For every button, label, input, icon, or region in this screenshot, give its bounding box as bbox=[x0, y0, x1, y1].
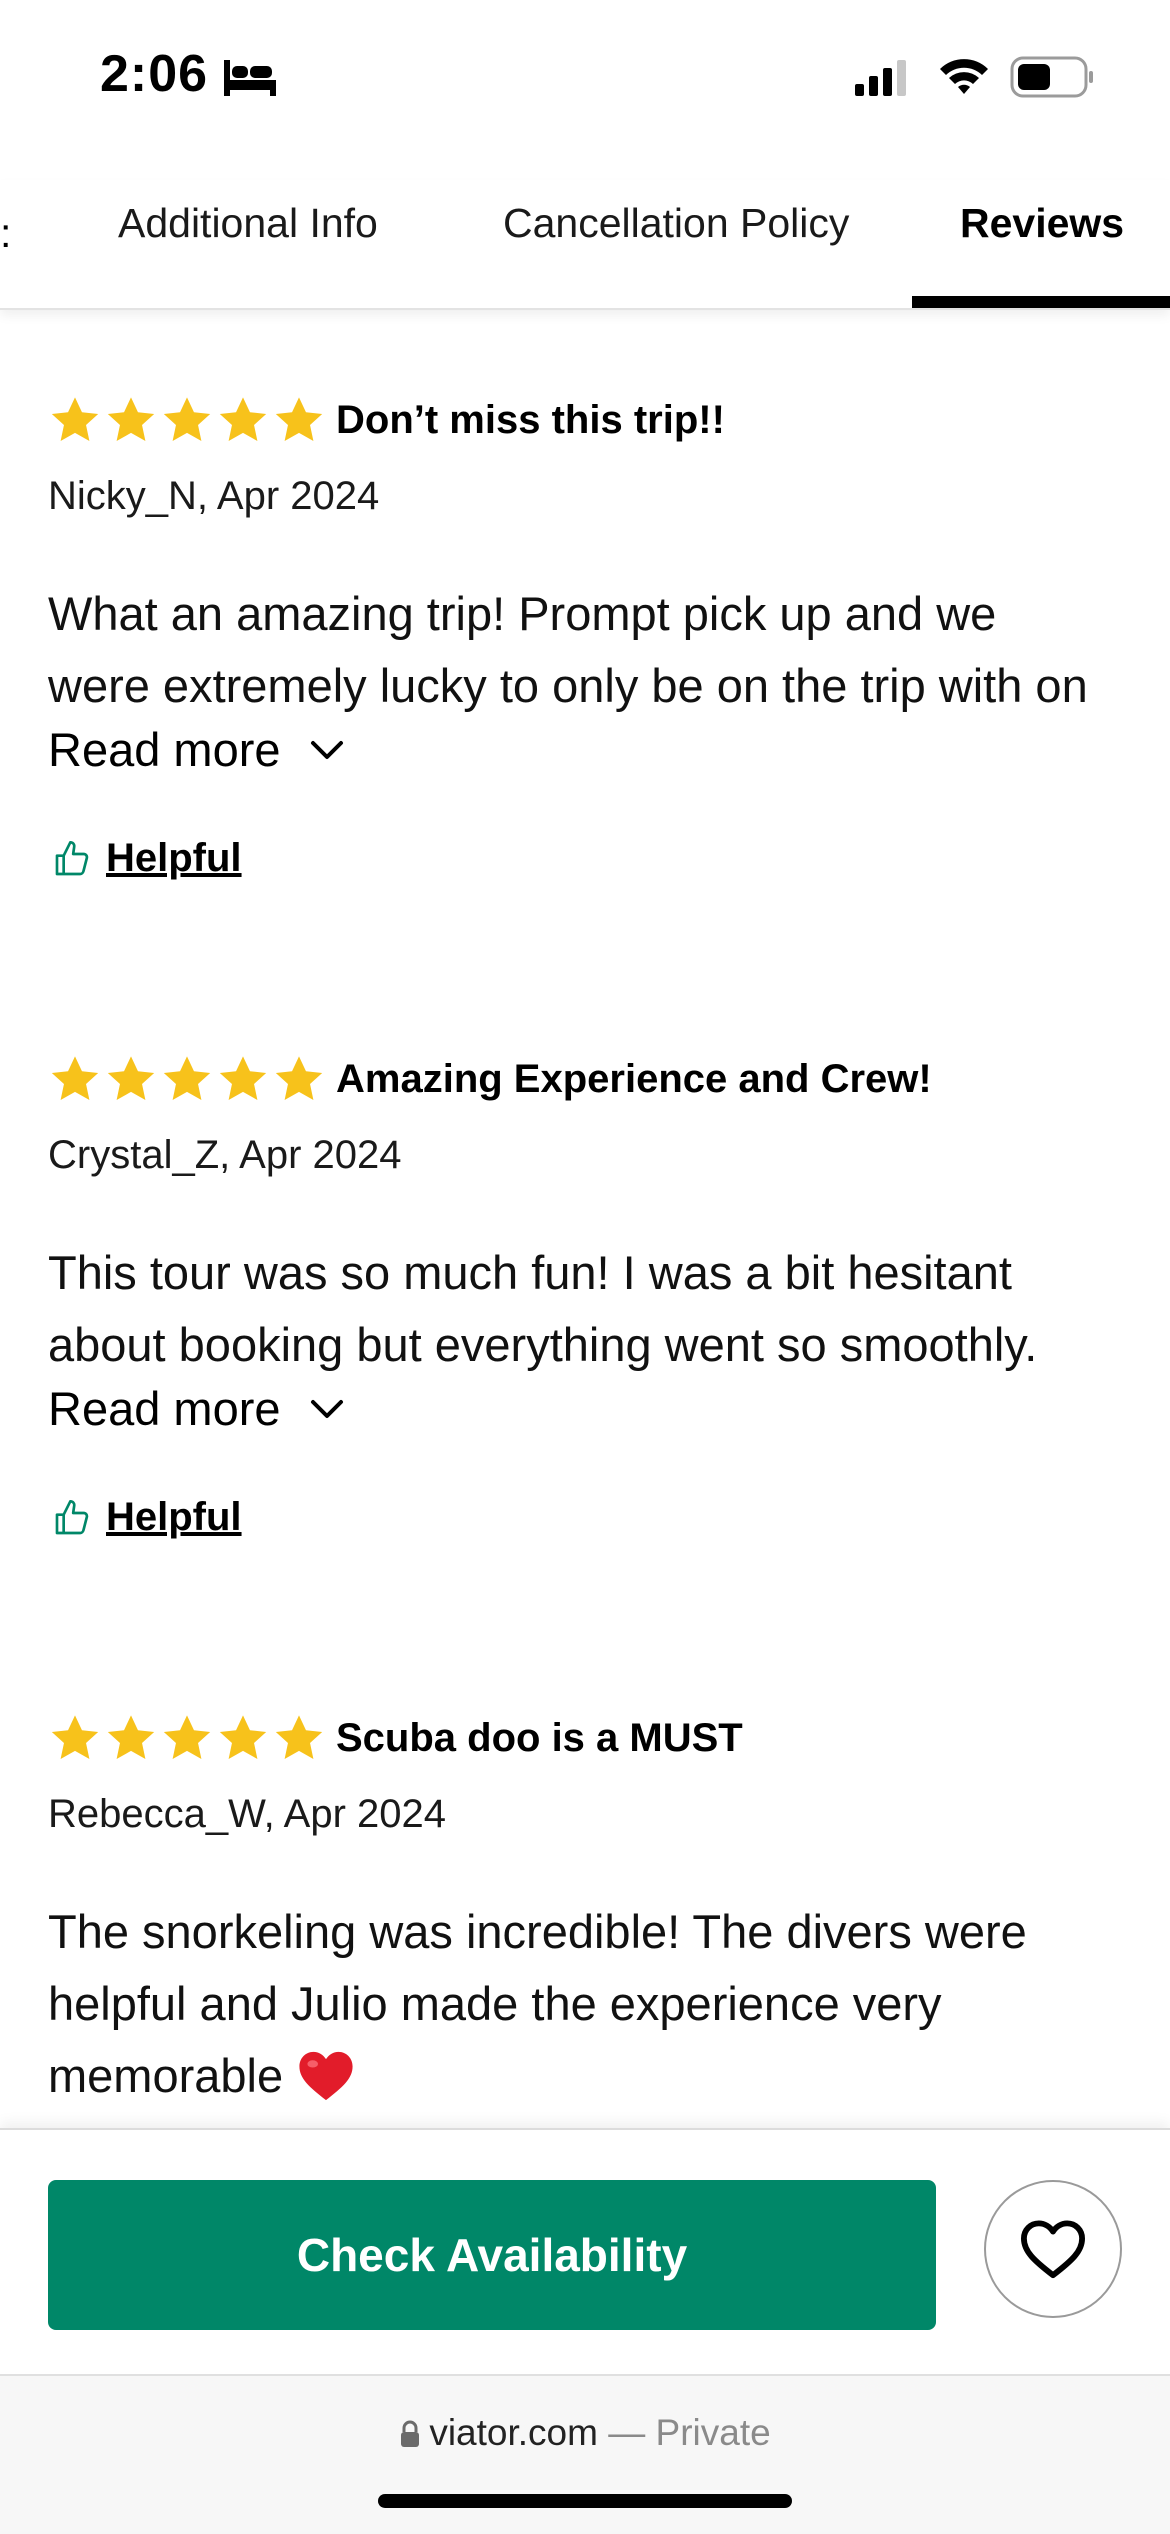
review-title: Don’t miss this trip!! bbox=[336, 398, 725, 442]
helpful-button[interactable]: Helpful bbox=[52, 1495, 242, 1540]
review-text-line-last: memorable bbox=[48, 2040, 1138, 2112]
lock-icon bbox=[401, 2420, 420, 2447]
thumbs-up-icon bbox=[55, 840, 89, 875]
star-icon bbox=[51, 1056, 99, 1101]
tab-previous-edge[interactable]: : bbox=[0, 210, 11, 257]
star-icon bbox=[107, 1056, 155, 1101]
battery-icon bbox=[1010, 56, 1093, 98]
status-time: 2:06 bbox=[100, 45, 209, 103]
bottom-action-bar: Check Availability bbox=[0, 2128, 1170, 2376]
star-icon bbox=[163, 1715, 211, 1760]
thumbs-up-icon bbox=[55, 1499, 89, 1534]
star-rating bbox=[48, 394, 326, 448]
helpful-label: Helpful bbox=[106, 1495, 242, 1539]
star-icon bbox=[275, 397, 323, 442]
heart-icon bbox=[1021, 2220, 1085, 2279]
url-separator: — bbox=[597, 2412, 656, 2453]
helpful-button[interactable]: Helpful bbox=[52, 836, 242, 881]
review-text-line: What an amazing trip! Prompt pick up and… bbox=[48, 587, 997, 640]
check-availability-button[interactable]: Check Availability bbox=[48, 2180, 936, 2330]
review-text: What an amazing trip! Prompt pick up and… bbox=[48, 578, 1138, 722]
read-more-button[interactable]: Read more bbox=[48, 1381, 345, 1436]
tab-additional-info[interactable]: Additional Info bbox=[118, 200, 378, 247]
tab-cancellation-policy[interactable]: Cancellation Policy bbox=[503, 200, 849, 247]
review-text-line: were extremely lucky to only be on the t… bbox=[48, 659, 1088, 712]
star-icon bbox=[51, 397, 99, 442]
signal-icon bbox=[855, 60, 906, 96]
review-author-date: Crystal_Z, Apr 2024 bbox=[48, 1133, 402, 1177]
review-author-date: Rebecca_W, Apr 2024 bbox=[48, 1792, 447, 1836]
star-rating bbox=[48, 1053, 326, 1107]
star-icon bbox=[51, 1715, 99, 1760]
browser-url-bar[interactable]: viator.com — Private bbox=[0, 2374, 1170, 2534]
star-rating bbox=[48, 1712, 326, 1766]
active-tab-indicator bbox=[912, 296, 1170, 308]
star-icon bbox=[163, 1056, 211, 1101]
bed-icon bbox=[224, 60, 276, 96]
url-display[interactable]: viator.com — Private bbox=[0, 2412, 1170, 2454]
star-icon bbox=[107, 1715, 155, 1760]
star-icon bbox=[219, 1715, 267, 1760]
review-text-line: about booking but everything went so smo… bbox=[48, 1318, 1038, 1371]
heart-emoji bbox=[299, 2051, 353, 2101]
home-indicator[interactable] bbox=[378, 2494, 792, 2508]
star-icon bbox=[219, 397, 267, 442]
save-to-wishlist-button[interactable] bbox=[984, 2180, 1122, 2318]
review-author-date: Nicky_N, Apr 2024 bbox=[48, 474, 380, 518]
url-domain: viator.com bbox=[429, 2412, 598, 2453]
read-more-button[interactable]: Read more bbox=[48, 722, 345, 777]
status-bar: 2:06 bbox=[0, 0, 1170, 150]
review-text: The snorkeling was incredible! The diver… bbox=[48, 1896, 1138, 2112]
chevron-down-icon bbox=[310, 740, 343, 759]
helpful-label: Helpful bbox=[106, 836, 242, 880]
star-icon bbox=[107, 397, 155, 442]
review-title: Amazing Experience and Crew! bbox=[336, 1057, 932, 1101]
review-text-line: The snorkeling was incredible! The diver… bbox=[48, 1905, 1027, 1958]
chevron-down-icon bbox=[310, 1399, 343, 1418]
tab-reviews[interactable]: Reviews bbox=[960, 200, 1124, 247]
read-more-label: Read more bbox=[48, 723, 281, 776]
review-text-line: helpful and Julio made the experience ve… bbox=[48, 1977, 942, 2030]
review-text-line: memorable bbox=[48, 2049, 284, 2102]
private-mode-label: Private bbox=[655, 2412, 771, 2453]
star-icon bbox=[275, 1715, 323, 1760]
star-icon bbox=[275, 1056, 323, 1101]
star-icon bbox=[163, 397, 211, 442]
review-text: This tour was so much fun! I was a bit h… bbox=[48, 1237, 1138, 1381]
star-icon bbox=[219, 1056, 267, 1101]
section-tabs: : Additional Info Cancellation Policy Re… bbox=[0, 180, 1170, 310]
review-title: Scuba doo is a MUST bbox=[336, 1716, 743, 1760]
review-text-line: This tour was so much fun! I was a bit h… bbox=[48, 1246, 1012, 1299]
wifi-icon bbox=[940, 59, 988, 94]
read-more-label: Read more bbox=[48, 1382, 281, 1435]
